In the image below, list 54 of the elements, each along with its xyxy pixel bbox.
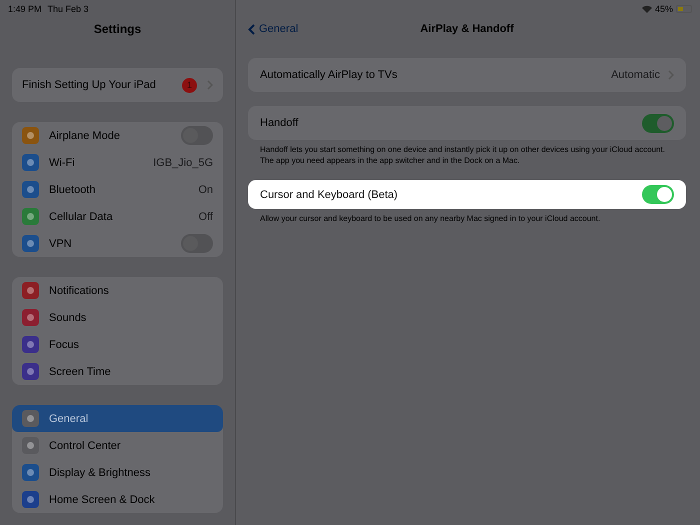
setting-row[interactable]: Handoff	[248, 106, 686, 140]
back-button[interactable]: General	[248, 23, 298, 35]
status-date: Thu Feb 3	[48, 4, 89, 14]
status-time: 1:49 PM	[8, 4, 42, 14]
setting-label: Automatically AirPlay to TVs	[260, 69, 398, 81]
item-label: Notifications	[49, 284, 110, 296]
notification-badge: 1	[182, 78, 197, 92]
wifi-icon	[642, 5, 652, 13]
toggle-switch[interactable]	[181, 126, 213, 145]
battery-icon	[676, 5, 692, 13]
toggle-switch[interactable]	[642, 185, 674, 204]
setting-label: Handoff	[260, 117, 300, 129]
item-label: Wi-Fi	[49, 156, 76, 168]
sidebar-item[interactable]: Wi-Fi IGB_Jio_5G	[12, 149, 223, 176]
item-label: Display & Brightness	[49, 466, 152, 478]
setting-row[interactable]: Cursor and Keyboard (Beta)	[248, 180, 686, 210]
item-label: Home Screen & Dock	[49, 494, 156, 506]
sidebar-item[interactable]: Screen Time	[12, 358, 223, 385]
sidebar-item[interactable]: Sounds	[12, 304, 223, 331]
item-label: General	[49, 412, 90, 424]
sidebar-item[interactable]: Cellular Data Off	[12, 203, 223, 230]
item-label: Airplane Mode	[49, 130, 121, 142]
setting-label: Cursor and Keyboard (Beta)	[260, 188, 399, 201]
item-label: Finish Setting Up Your iPad	[22, 79, 157, 91]
footer-text: Allow your cursor and keyboard to be used on any nearby Mac signed in to your iCloud account.	[259, 213, 602, 225]
footer-text: Handoff lets you start something on one device and instantly pick it up on other devices using your iCloud account. The app you need appears in the app switcher and in the Dock on a Mac.	[259, 144, 666, 166]
sidebar-item[interactable]: VPN	[12, 230, 223, 257]
sidebar-item[interactable]: Display & Brightness	[12, 459, 223, 486]
item-value: IGB_Jio_5G	[153, 156, 213, 168]
item-label: Control Center	[49, 440, 122, 452]
battery-percent: 45%	[654, 4, 673, 14]
setting-value: Automatic	[611, 69, 660, 81]
sidebar-item[interactable]: Notifications	[12, 277, 223, 304]
sidebar-item[interactable]: Focus	[12, 331, 223, 358]
sidebar-item[interactable]: General	[12, 405, 223, 432]
item-label: Screen Time	[49, 366, 112, 378]
toggle-switch[interactable]	[642, 114, 674, 132]
item-label: VPN	[49, 238, 73, 250]
back-chevron-icon	[248, 24, 255, 34]
setting-row[interactable]: Automatically AirPlay to TVs Automatic	[248, 58, 686, 92]
toggle-switch[interactable]	[181, 234, 213, 253]
item-label: Bluetooth	[49, 184, 96, 196]
sidebar-item[interactable]: Airplane Mode	[12, 122, 223, 149]
item-label: Sounds	[49, 312, 88, 324]
sidebar-item[interactable]: Control Center	[12, 432, 223, 459]
sidebar-title: Settings	[92, 21, 142, 38]
sidebar-item[interactable]: Bluetooth On	[12, 176, 223, 203]
sidebar-item[interactable]: Finish Setting Up Your iPad 1	[12, 68, 223, 102]
page-title: AirPlay & Handoff	[420, 23, 514, 35]
item-label: Cellular Data	[49, 210, 114, 222]
item-value: Off	[198, 210, 213, 222]
item-value: On	[198, 184, 213, 196]
item-label: Focus	[49, 338, 80, 350]
sidebar-item[interactable]: Home Screen & Dock	[12, 486, 223, 513]
